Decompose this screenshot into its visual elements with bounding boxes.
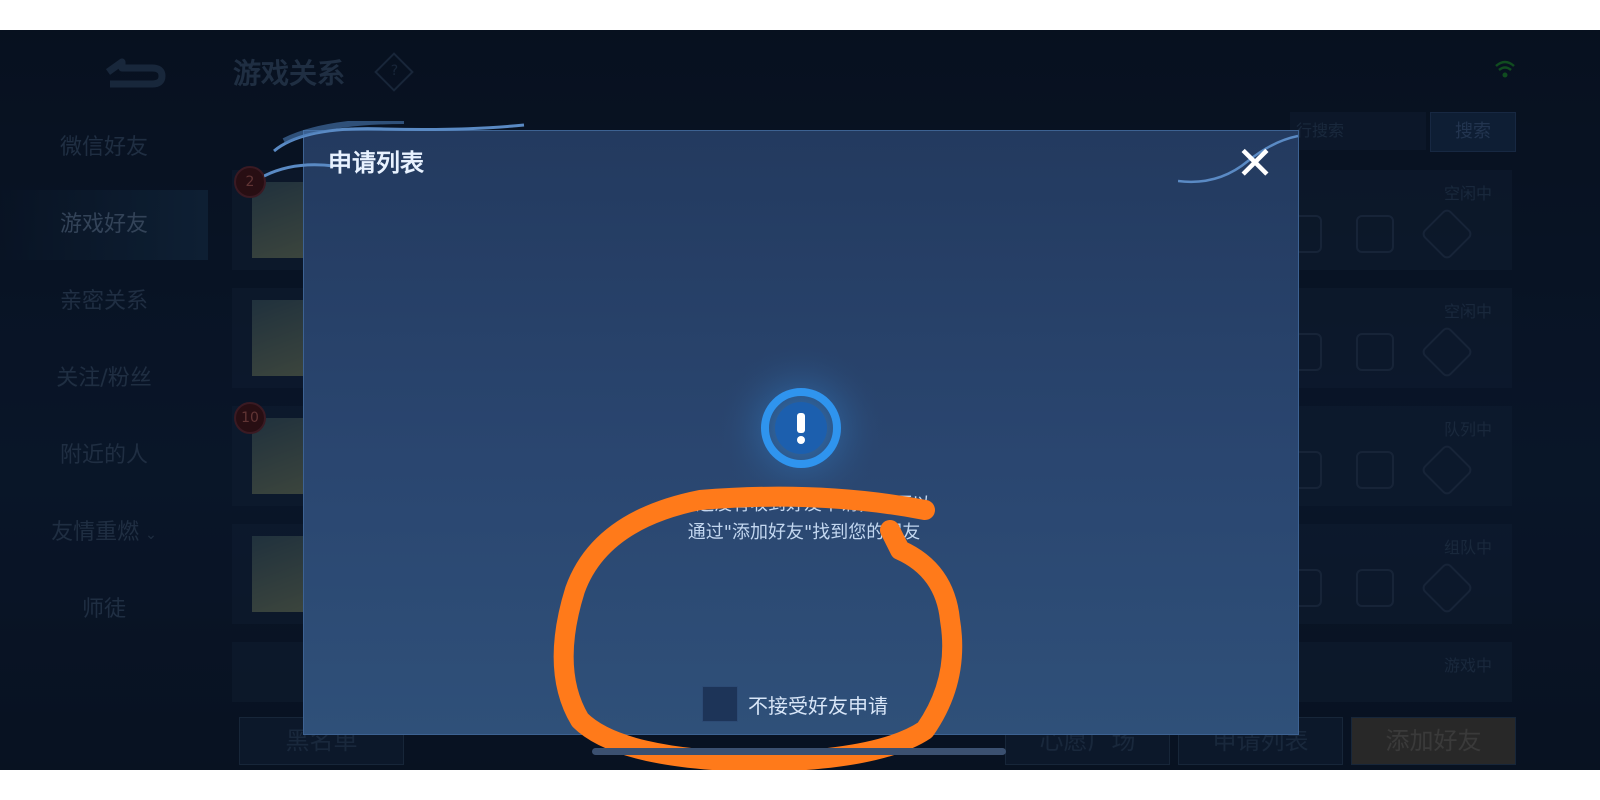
apply-list-dialog: 申请列表 ✕ 您还没有收到好友申请，您可以 通过"添加好友"找到您的朋友 不接受… xyxy=(264,121,1299,735)
empty-message-line: 您还没有收到好友申请，您可以 xyxy=(678,494,930,515)
empty-state-message: 您还没有收到好友申请，您可以 通过"添加好友"找到您的朋友 xyxy=(624,491,984,547)
reject-requests-checkbox[interactable] xyxy=(702,686,738,722)
dialog-title: 申请列表 xyxy=(328,149,424,177)
alert-icon xyxy=(716,343,886,513)
close-icon[interactable]: ✕ xyxy=(1233,140,1277,186)
game-screen: 游戏关系 ? 微信好友 游戏好友 亲密关系 关注/粉丝 附近的人 友情重燃 ⌄ 师… xyxy=(0,30,1600,770)
empty-message-line: 通过"添加好友"找到您的朋友 xyxy=(687,522,921,543)
home-indicator[interactable] xyxy=(592,748,1006,755)
checkbox-label: 不接受好友申请 xyxy=(748,694,888,718)
